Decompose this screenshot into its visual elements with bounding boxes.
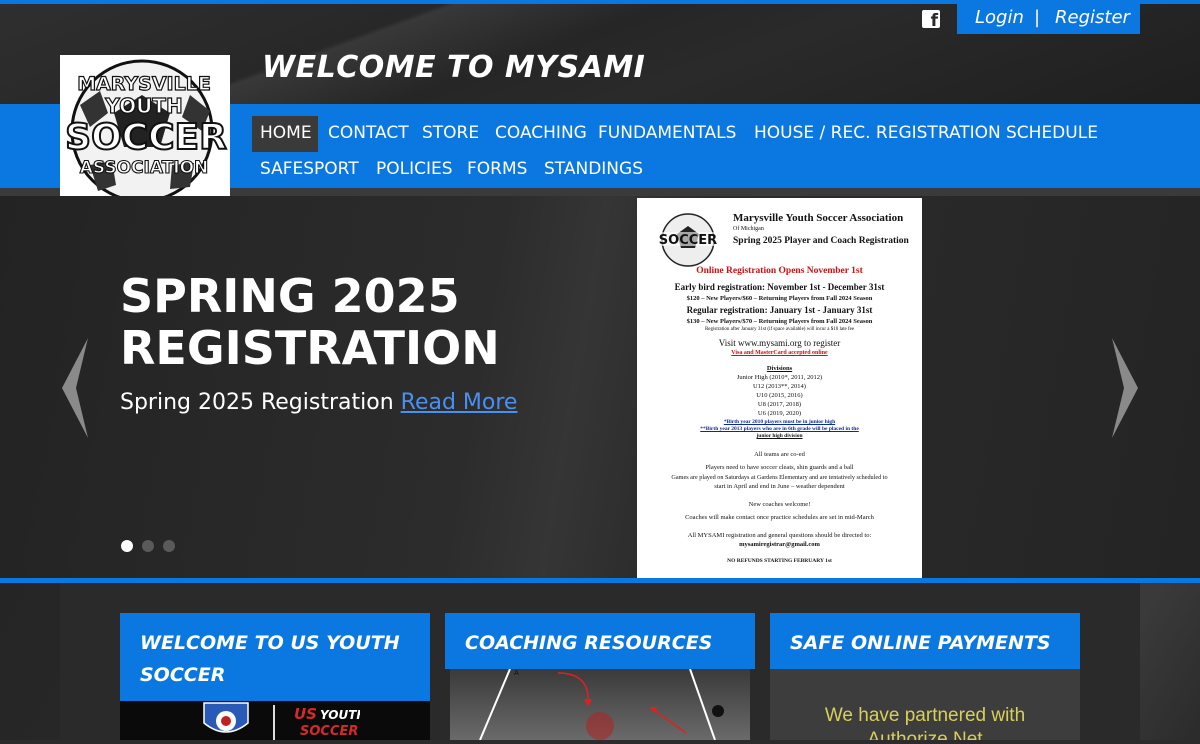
flyer-late-note: Registration after January 31st (if spac… [704, 327, 855, 332]
logo-text-marysville: MARYSVILLE [77, 73, 211, 95]
logo-text-association: ASSOCIATION [80, 158, 209, 178]
flyer-division-5: U6 (2019, 2020) [757, 410, 802, 417]
nav-item-safesport[interactable]: SAFESPORT [260, 159, 359, 179]
logo-text-soccer: SOCCER [65, 117, 227, 158]
nav-item-home[interactable]: HOME [260, 123, 312, 143]
chevron-left-icon[interactable] [60, 338, 90, 438]
flyer-games-1: Games are played on Saturdays at Gardens… [671, 474, 888, 481]
payment-partner-name: Authorize.Net [867, 729, 983, 740]
flyer-opens: Online Registration Opens November 1st [696, 266, 863, 276]
card-image-divider [273, 705, 275, 740]
flyer-note-3: junior high division [756, 433, 803, 439]
read-more-link[interactable]: Read More [401, 390, 518, 415]
svg-text:US: US [294, 705, 317, 723]
hero-caption-text: Spring 2025 Registration [120, 390, 394, 415]
flyer-visit: Visit www.mysami.org to register [718, 338, 841, 348]
auth-bar: Login | Register [957, 4, 1140, 34]
svg-text:SOCCER: SOCCER [659, 233, 717, 248]
card-coaching-resources-image[interactable]: A [450, 668, 750, 741]
flyer-division-1: Junior High (2010*, 2011, 2012) [736, 374, 823, 381]
slide-dot-2[interactable] [142, 540, 154, 552]
flyer-games-2: start in April and end in June – weather… [714, 483, 845, 490]
login-link[interactable]: Login [975, 7, 1024, 28]
flyer-heading: Spring 2025 Player and Coach Registratio… [733, 236, 909, 246]
flyer-note-2: **Birth year 2013 players who are in 6th… [700, 426, 859, 432]
payment-partner-text: We have partnered with [824, 705, 1026, 726]
nav-item-fundamentals[interactable]: FUNDAMENTALS [598, 123, 736, 143]
nav-item-forms[interactable]: FORMS [467, 159, 527, 179]
site-logo[interactable]: MARYSVILLE YOUTH SOCCER ASSOCIATION [60, 55, 230, 203]
card-us-youth-soccer-image[interactable]: US YOUTH SOCCER [120, 701, 430, 740]
flyer-org: Marysville Youth Soccer Association [733, 212, 904, 224]
soccer-ball-logo-icon: MARYSVILLE YOUTH SOCCER ASSOCIATION [64, 59, 228, 203]
svg-text:A: A [514, 669, 519, 677]
nav-item-store[interactable]: STORE [422, 123, 479, 143]
card-coaching-resources-title: COACHING RESOURCES [465, 632, 713, 654]
flyer-coaches: New coaches welcome! [748, 501, 811, 508]
flyer-org-sub: Of Michigan [733, 226, 764, 232]
card-coaching-resources-header[interactable]: COACHING RESOURCES [445, 613, 755, 669]
soccer-drill-diagram-icon: A [479, 668, 724, 741]
card-us-youth-soccer-header[interactable]: WELCOME TO US YOUTH SOCCER [120, 613, 430, 701]
flyer-regular-fees: $130 – New Players/$70 – Returning Playe… [686, 318, 873, 325]
nav-item-coaching[interactable]: COACHING [495, 123, 587, 143]
us-youth-soccer-logo-icon: US YOUTH SOCCER [294, 705, 360, 739]
flyer-refunds: NO REFUNDS STARTING FEBRUARY 1st [727, 558, 832, 564]
facebook-icon[interactable]: f [922, 10, 940, 31]
flyer-contact-note: Coaches will make contact once practice … [685, 514, 874, 521]
flyer-cards: Visa and MasterCard accepted online [731, 350, 828, 356]
svg-text:YOUTH: YOUTH [320, 708, 360, 722]
chevron-right-icon[interactable] [1110, 338, 1140, 438]
michigan-soccer-crest-icon [203, 702, 249, 733]
flyer-gear: Players need to have soccer cleats, shin… [705, 464, 854, 471]
flyer-email: mysamiregistrar@gmail.com [739, 541, 820, 548]
nav-item-standings[interactable]: STANDINGS [544, 159, 643, 179]
logo-text-youth: YOUTH [104, 94, 182, 118]
card-us-youth-soccer-title: WELCOME TO US YOUTH SOCCER [140, 632, 400, 686]
slide-dot-1-active[interactable] [121, 540, 133, 552]
slide-dot-3[interactable] [163, 540, 175, 552]
flyer-logo-icon: SOCCER [655, 213, 721, 267]
nav-item-contact[interactable]: CONTACT [328, 123, 409, 143]
flyer-division-4: U8 (2017, 2018) [757, 401, 802, 408]
hero-title-line-1: SPRING 2025 [120, 269, 460, 323]
flyer-questions: All MYSAMI registration and general ques… [687, 532, 872, 539]
card-safe-online-payments-header[interactable]: SAFE ONLINE PAYMENTS [770, 613, 1080, 669]
hero-caption: Spring 2025 Registration Read More [120, 390, 517, 415]
flyer-division-2: U12 (2013**, 2014) [753, 383, 806, 390]
hero-slider [0, 196, 1200, 578]
flyer-early: Early bird registration: November 1st - … [674, 282, 885, 292]
nav-item-schedule[interactable]: SCHEDULE [1006, 123, 1098, 143]
flyer-early-fees: $120 – New Players/$60 – Returning Playe… [686, 295, 873, 302]
nav-item-house-rec-registration[interactable]: HOUSE / REC. REGISTRATION [754, 123, 1001, 143]
flyer-note-1: *Birth year 2010 players must be in juni… [723, 419, 836, 425]
svg-text:SOCCER: SOCCER [300, 724, 358, 739]
hero-title-line-2: REGISTRATION [120, 321, 500, 375]
flyer-division-3: U10 (2015, 2016) [756, 392, 803, 399]
flyer-divisions-title: Divisions [766, 365, 793, 372]
register-link[interactable]: Register [1055, 7, 1130, 28]
card-safe-online-payments-body[interactable]: We have partnered with Authorize.Net [770, 669, 1080, 740]
auth-separator: | [1034, 7, 1041, 28]
card-safe-online-payments-title: SAFE ONLINE PAYMENTS [790, 632, 1051, 654]
site-title: WELCOME TO MYSAMI [262, 50, 646, 85]
hero-title: SPRING 2025 REGISTRATION [120, 270, 600, 374]
nav-item-policies[interactable]: POLICIES [376, 159, 453, 179]
flyer-coed: All teams are co-ed [754, 451, 805, 458]
registration-flyer-image: SOCCER Marysville Youth Soccer Associati… [637, 198, 922, 578]
flyer-regular: Regular registration: January 1st - Janu… [686, 305, 873, 315]
